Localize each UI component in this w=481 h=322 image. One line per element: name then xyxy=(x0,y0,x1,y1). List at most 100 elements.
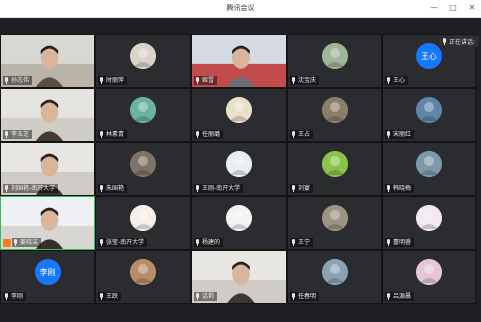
emblem-icon xyxy=(226,151,252,178)
participant-tile[interactable]: 孙志伟 xyxy=(0,34,95,88)
participant-tile[interactable]: 杨建的 xyxy=(191,196,287,250)
participant-name: 任丽璐 xyxy=(202,131,221,138)
participant-tile[interactable]: 王宁 xyxy=(287,196,382,250)
participant-name: 李刚 xyxy=(11,293,24,300)
participant-name-tag: 孙志伟 xyxy=(3,76,33,85)
participant-name-tag: 李玉芝 xyxy=(3,130,33,139)
cat-icon xyxy=(130,43,156,70)
mic-icon xyxy=(4,185,9,192)
participant-name: 时丽萍 xyxy=(106,77,125,84)
participant-name-tag: 李刚 xyxy=(3,292,27,301)
participant-name-tag: 朱国艳 xyxy=(98,184,128,193)
cartoon-icon xyxy=(416,205,442,232)
window-title: 腾讯会议 xyxy=(226,4,255,12)
participant-tile[interactable]: 姬雪 xyxy=(191,34,287,88)
heart-icon xyxy=(416,259,442,286)
participant-name-tag: 王占 xyxy=(290,130,314,139)
mic-icon xyxy=(386,131,391,138)
participant-name-tag: 宋丽红 xyxy=(385,130,415,139)
participant-name: 王心 xyxy=(393,77,406,84)
participant-name-tag: 任丽璐 xyxy=(194,130,224,139)
participant-name-tag: 任春明 xyxy=(290,292,320,301)
participant-tile[interactable]: 任丽璐 xyxy=(191,88,287,142)
participant-grid: 孙志伟 时丽萍 姬雪 沈宝庆 王心 王心 李玉芝 林素青 任丽璐 王占 宋丽红 … xyxy=(0,34,476,304)
maximize-button[interactable]: □ xyxy=(448,3,458,13)
participant-name: 李玉芝 xyxy=(11,131,30,138)
participant-name: 姜晓洁 xyxy=(20,239,39,246)
participant-name: 吕源晨 xyxy=(393,293,412,300)
participant-name-tag: 王宁 xyxy=(290,238,314,247)
minimize-button[interactable]: — xyxy=(429,3,439,13)
participant-tile[interactable]: 时丽萍 xyxy=(95,34,191,88)
mic-icon xyxy=(4,293,9,300)
landscape-icon xyxy=(416,151,442,178)
participant-name: 杨建的 xyxy=(202,239,221,246)
building-icon xyxy=(321,43,348,70)
mic-icon xyxy=(195,77,200,84)
photo-icon xyxy=(321,205,348,232)
participant-tile[interactable]: 林素青 xyxy=(95,88,191,142)
participant-name-tag: 王刚-南开大学 xyxy=(194,184,244,193)
mic-icon xyxy=(291,239,296,246)
portrait-icon xyxy=(226,205,252,232)
landscape-icon xyxy=(416,97,442,124)
participant-tile[interactable]: 刘国艳-南开大学 xyxy=(0,142,95,196)
photo-icon xyxy=(321,97,348,124)
participant-tile[interactable]: 任春明 xyxy=(287,250,382,304)
participant-tile[interactable]: 张莹-南开大学 xyxy=(95,196,191,250)
participant-tile[interactable]: 宋丽红 xyxy=(382,88,476,142)
participant-name-tag: 姜晓洁 xyxy=(12,238,42,247)
participant-tile[interactable]: 话莉 xyxy=(191,250,287,304)
participant-name: 宋丽红 xyxy=(393,131,412,138)
participant-name: 王跃 xyxy=(106,293,119,300)
participant-name: 王宁 xyxy=(298,239,311,246)
landscape-icon xyxy=(321,259,348,286)
participant-name-tag: 林素青 xyxy=(98,130,128,139)
pattern-icon xyxy=(130,259,156,286)
participant-tile[interactable]: 王刚-南开大学 xyxy=(191,142,287,196)
mic-icon xyxy=(442,38,447,45)
participant-tile[interactable]: 蕾明睿 xyxy=(382,196,476,250)
participant-name: 刘宴 xyxy=(298,185,311,192)
participant-name-tag: 沈宝庆 xyxy=(290,76,320,85)
participant-name: 任春明 xyxy=(298,293,317,300)
participant-tile[interactable]: 朱国艳 xyxy=(95,142,191,196)
speaking-label: 正在讲话: xyxy=(448,39,475,46)
mic-icon xyxy=(386,185,391,192)
participant-tile[interactable]: 刘宴 xyxy=(287,142,382,196)
mic-icon xyxy=(99,131,104,138)
text-avatar: 李刚 xyxy=(34,259,61,286)
mic-icon xyxy=(99,77,104,84)
mic-icon xyxy=(291,293,296,300)
text-avatar: 王心 xyxy=(416,43,442,70)
meeting-window: 腾讯会议 — □ ✕ 正在讲话: 孙志伟 时丽萍 姬雪 沈宝庆 王心 王心 李玉… xyxy=(0,0,481,322)
mic-icon xyxy=(386,293,391,300)
participant-tile[interactable]: 李玉芝 xyxy=(0,88,95,142)
participant-tile[interactable]: 吕源晨 xyxy=(382,250,476,304)
participant-name-tag: 张莹-南开大学 xyxy=(98,238,148,247)
mic-icon xyxy=(99,239,104,246)
participant-name: 沈宝庆 xyxy=(298,77,317,84)
close-button[interactable]: ✕ xyxy=(467,3,477,13)
participant-name: 刘国艳-南开大学 xyxy=(11,185,56,192)
participant-name-tag: 刘国艳-南开大学 xyxy=(3,184,59,193)
participant-tile[interactable]: 王跃 xyxy=(95,250,191,304)
flower-icon xyxy=(130,97,156,124)
participant-tile[interactable]: 沈宝庆 xyxy=(287,34,382,88)
participant-tile[interactable]: 李刚 李刚 xyxy=(0,250,95,304)
participant-name: 张莹-南开大学 xyxy=(106,239,145,246)
mic-icon xyxy=(291,77,296,84)
mic-icon xyxy=(291,131,296,138)
mic-icon xyxy=(4,131,9,138)
cartoon-icon xyxy=(226,97,252,124)
participant-name: 蕾明睿 xyxy=(393,239,412,246)
mic-icon xyxy=(195,239,200,246)
participant-name: 林素青 xyxy=(106,131,125,138)
participant-tile[interactable]: 姜晓洁 xyxy=(0,196,95,250)
participant-tile[interactable]: 韩晓梅 xyxy=(382,142,476,196)
mic-icon xyxy=(99,293,104,300)
participant-tile[interactable]: 王占 xyxy=(287,88,382,142)
mic-icon xyxy=(13,239,18,246)
participant-name: 话莉 xyxy=(202,293,215,300)
participant-name-tag: 刘宴 xyxy=(290,184,314,193)
